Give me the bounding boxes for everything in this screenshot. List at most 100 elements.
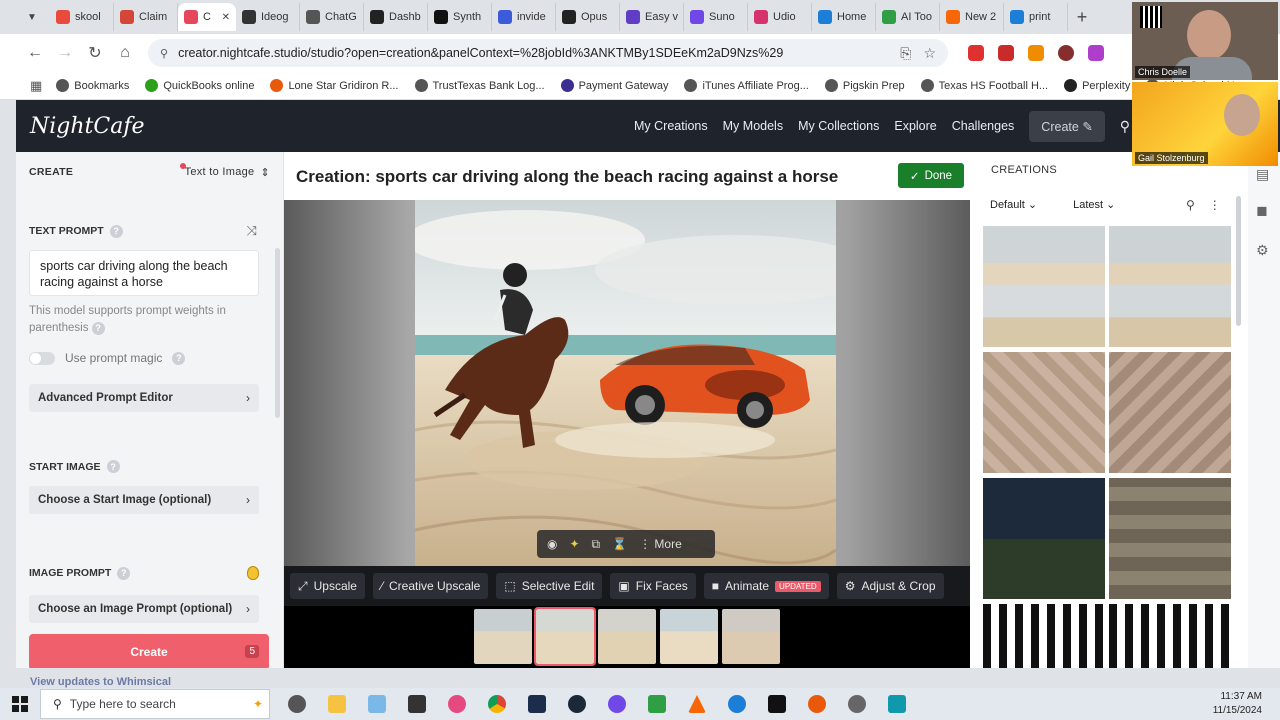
bookmark-item[interactable]: QuickBooks online	[145, 79, 254, 92]
bookmark-item[interactable]: iTunes Affiliate Prog...	[684, 79, 809, 92]
site-info-icon[interactable]: ⚲	[160, 47, 168, 60]
bookmark-item[interactable]: Perplexity	[1064, 79, 1130, 92]
browser-tab[interactable]: ChatG	[300, 3, 364, 31]
app-icon[interactable]	[808, 695, 826, 713]
new-tab-icon[interactable]: +	[1068, 7, 1096, 28]
extension-icon[interactable]	[1088, 45, 1104, 61]
sparkle-icon[interactable]: ✦	[569, 537, 579, 551]
app-icon[interactable]	[648, 695, 666, 713]
bookmark-item[interactable]: Lone Star Gridiron R...	[270, 79, 399, 92]
windows-start-icon[interactable]	[0, 696, 40, 712]
prompt-magic-toggle[interactable]	[29, 351, 55, 365]
fix-faces-button[interactable]: ▣ Fix Faces	[610, 573, 696, 599]
sort-dropdown[interactable]: Default ⌄	[990, 198, 1037, 211]
app-icon[interactable]	[368, 695, 386, 713]
bookmark-item[interactable]: Pigskin Prep	[824, 79, 905, 92]
app-icon[interactable]	[528, 695, 546, 713]
browser-tab[interactable]: Home	[812, 3, 876, 31]
thumbnail[interactable]	[474, 609, 532, 664]
time-dropdown[interactable]: Latest ⌄	[1073, 198, 1115, 211]
image-prompt-button[interactable]: Choose an Image Prompt (optional) ›	[29, 595, 259, 623]
browser-tab[interactable]: Opus	[556, 3, 620, 31]
help-icon[interactable]: ?	[106, 460, 120, 473]
eye-icon[interactable]: ◉	[547, 537, 557, 551]
file-explorer-icon[interactable]	[328, 695, 346, 713]
nav-my-creations[interactable]: My Creations	[634, 119, 708, 133]
headset-icon[interactable]	[608, 695, 626, 713]
browser-tab[interactable]: print	[1004, 3, 1068, 31]
itunes-icon[interactable]	[448, 695, 466, 713]
browser-tab[interactable]: Udio	[748, 3, 812, 31]
bookmark-star-icon[interactable]: ☆	[923, 45, 936, 62]
settings-icon[interactable]: ⚙	[1256, 242, 1272, 258]
done-button[interactable]: ✓ Done	[898, 163, 964, 188]
back-icon[interactable]: ←	[20, 44, 50, 62]
search-icon[interactable]: ⚲	[1186, 198, 1195, 212]
creation-thumbnail[interactable]	[1109, 352, 1231, 473]
thumbnail[interactable]	[722, 609, 780, 664]
gallery-icon[interactable]: ▤	[1256, 166, 1272, 182]
bookmark-item[interactable]: Payment Gateway	[560, 79, 668, 92]
tab-search-icon[interactable]: ▼	[20, 5, 44, 29]
mode-selector[interactable]: Text to Image ⇕	[179, 162, 270, 179]
bookmark-item[interactable]: Bookmarks	[56, 79, 129, 92]
reload-icon[interactable]: ↻	[80, 43, 110, 63]
help-icon[interactable]: ?	[91, 322, 105, 335]
copy-icon[interactable]: ⧉	[592, 537, 601, 552]
adjust-crop-button[interactable]: ⚙ Adjust & Crop	[836, 573, 944, 599]
app-icon[interactable]	[288, 695, 306, 713]
app-icon[interactable]	[888, 695, 906, 713]
left-scrollbar[interactable]	[275, 248, 280, 418]
extension-icon[interactable]	[998, 45, 1014, 61]
thumbnail[interactable]	[660, 609, 718, 664]
settings-icon[interactable]	[848, 695, 866, 713]
tab-active[interactable]: C ✕	[178, 3, 236, 31]
advanced-prompt-editor-button[interactable]: Advanced Prompt Editor ›	[29, 384, 259, 412]
extension-icon[interactable]	[1058, 45, 1074, 61]
browser-tab[interactable]: Easy v	[620, 3, 684, 31]
creation-thumbnail[interactable]	[983, 478, 1105, 599]
search-icon[interactable]: ⚲	[1120, 118, 1130, 135]
zoom-icon[interactable]	[728, 695, 746, 713]
start-image-button[interactable]: Choose a Start Image (optional) ›	[29, 486, 259, 514]
nav-explore[interactable]: Explore	[894, 119, 936, 133]
system-clock[interactable]: 11:37 AM 11/15/2024	[1213, 690, 1262, 718]
help-icon[interactable]: ?	[172, 351, 186, 365]
bookmark-item[interactable]: Texas HS Football H...	[920, 79, 1048, 92]
selective-edit-button[interactable]: ⬚ Selective Edit	[496, 573, 603, 599]
hourglass-icon[interactable]: ⌛	[612, 537, 627, 551]
animate-button[interactable]: ■ Animate UPDATED	[703, 573, 829, 599]
app-icon[interactable]	[408, 695, 426, 713]
browser-tab[interactable]: Claim	[114, 3, 178, 31]
upscale-button[interactable]: ⤢ Upscale	[290, 573, 365, 599]
prompt-textarea[interactable]: sports car driving along the beach racin…	[29, 250, 259, 296]
nav-my-models[interactable]: My Models	[723, 119, 783, 133]
chrome-icon[interactable]	[488, 695, 506, 713]
vlc-icon[interactable]	[688, 695, 706, 713]
thumbnail[interactable]	[598, 609, 656, 664]
steam-icon[interactable]	[568, 695, 586, 713]
bookmark-item[interactable]: TrustTexas Bank Log...	[414, 79, 545, 92]
nightcafe-logo[interactable]: NightCafe	[30, 114, 145, 139]
creations-scrollbar[interactable]	[1236, 196, 1241, 326]
browser-tab[interactable]: invide	[492, 3, 556, 31]
browser-tab[interactable]: Ideog	[236, 3, 300, 31]
extension-icon[interactable]	[1028, 45, 1044, 61]
nav-challenges[interactable]: Challenges	[952, 119, 1015, 133]
shuffle-icon[interactable]: ⤨	[247, 223, 257, 239]
browser-tab[interactable]: Synth	[428, 3, 492, 31]
browser-tab[interactable]: New 2	[940, 3, 1004, 31]
nav-my-collections[interactable]: My Collections	[798, 119, 879, 133]
header-create-button[interactable]: Create ✎	[1029, 110, 1105, 142]
thumbnail-selected[interactable]	[534, 607, 596, 666]
chat-icon[interactable]: ◼	[1256, 202, 1272, 218]
url-field[interactable]: ⚲ creator.nightcafe.studio/studio?open=c…	[148, 39, 948, 67]
creation-thumbnail[interactable]	[1109, 226, 1231, 347]
extension-icon[interactable]	[968, 45, 984, 61]
creation-thumbnail[interactable]	[983, 226, 1105, 347]
creation-thumbnail[interactable]	[983, 604, 1105, 668]
generated-image[interactable]	[415, 200, 836, 566]
help-icon[interactable]: ?	[109, 224, 123, 238]
help-icon[interactable]: ?	[117, 566, 131, 580]
more-button[interactable]: ⋮ More	[639, 537, 682, 551]
